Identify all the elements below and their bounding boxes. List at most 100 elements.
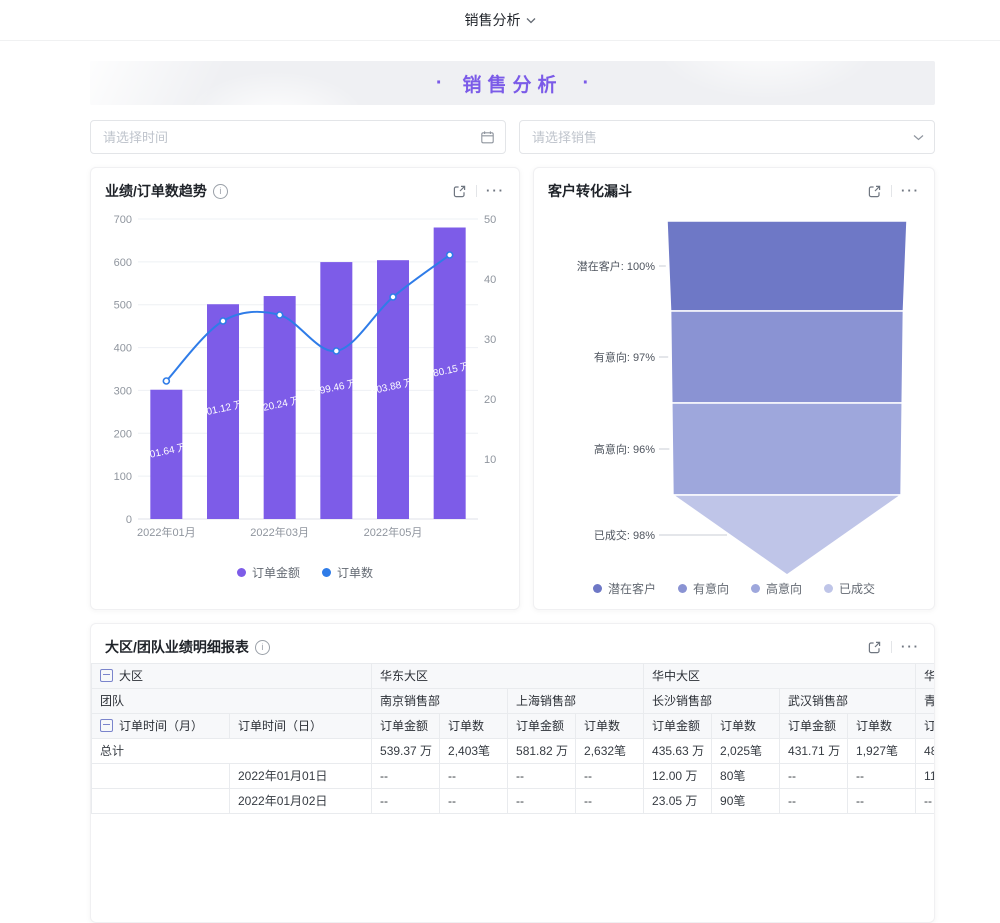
table-cell: 订单金额 xyxy=(644,714,712,739)
cell-text: -- xyxy=(584,769,592,783)
legend-item[interactable]: 有意向 xyxy=(678,580,729,597)
funnel-label: 已成交: 98% xyxy=(593,528,654,542)
cell-text: 长沙销售部 xyxy=(652,694,712,708)
cell-text: 2022年01月02日 xyxy=(238,794,327,808)
topbar: 销售分析 xyxy=(0,0,1000,41)
banner-dot-right: · xyxy=(583,72,590,95)
legend-item[interactable]: 已成交 xyxy=(824,580,875,597)
cell-text: -- xyxy=(788,769,796,783)
table-cell: 团队 xyxy=(92,689,372,714)
left-axis-tick: 300 xyxy=(114,385,132,397)
table-cell: 订单数 xyxy=(440,714,508,739)
more-menu-button[interactable]: ··· xyxy=(486,186,505,196)
table-cell: 2,632笔 xyxy=(576,739,644,764)
table-row: 总计539.37 万2,403笔581.82 万2,632笔435.63 万2,… xyxy=(92,739,935,764)
cell-text: 486.06 万 xyxy=(924,744,934,758)
table-row: 订单时间（月）订单时间（日）订单金额订单数订单金额订单数订单金额订单数订单金额订… xyxy=(92,714,935,739)
table-cell: 大区 xyxy=(92,664,372,689)
funnel-segment[interactable] xyxy=(670,311,903,403)
funnel-card-title: 客户转化漏斗 xyxy=(548,181,632,201)
cell-text: 12.00 万 xyxy=(652,769,697,783)
funnel-segment[interactable] xyxy=(671,403,901,495)
divider xyxy=(891,185,892,197)
cell-text: -- xyxy=(856,794,864,808)
line-point[interactable] xyxy=(390,294,396,300)
table-cell: -- xyxy=(576,764,644,789)
export-button[interactable] xyxy=(867,640,882,655)
more-menu-button[interactable]: ··· xyxy=(901,186,920,196)
cell-text: -- xyxy=(924,794,932,808)
legend-item[interactable]: 订单数 xyxy=(322,564,373,581)
table-cell: -- xyxy=(440,789,508,814)
divider xyxy=(476,185,477,197)
sales-filter[interactable] xyxy=(519,120,935,154)
cell-text: 武汉销售部 xyxy=(788,694,848,708)
legend-item[interactable]: 高意向 xyxy=(751,580,802,597)
cell-text: 11.07 万 xyxy=(924,769,934,783)
export-button[interactable] xyxy=(452,184,467,199)
table-cell: 华北大区 xyxy=(916,664,934,689)
cell-text: 华东大区 xyxy=(380,669,428,683)
table-cell: 539.37 万 xyxy=(372,739,440,764)
time-filter-input[interactable] xyxy=(101,129,480,146)
cell-text: 订单金额 xyxy=(380,719,428,733)
left-axis-tick: 500 xyxy=(114,300,132,312)
collapse-icon[interactable] xyxy=(100,669,113,682)
table-cell: 上海销售部 xyxy=(508,689,644,714)
cell-text: 上海销售部 xyxy=(516,694,576,708)
table-cell: 12.00 万 xyxy=(644,764,712,789)
line-point[interactable] xyxy=(163,378,169,384)
funnel-label: 有意向: 97% xyxy=(593,350,654,364)
trend-chart: 01002003004005006007001020304050301.64 万… xyxy=(102,209,508,561)
table-cell: 23.05 万 xyxy=(644,789,712,814)
funnel-segment[interactable] xyxy=(667,221,907,311)
line-point[interactable] xyxy=(277,312,283,318)
table-cell: 2022年01月01日 xyxy=(230,764,372,789)
legend-label: 高意向 xyxy=(766,580,802,597)
cell-text: -- xyxy=(584,794,592,808)
trend-chart-card: 业绩/订单数趋势 i ··· 0100200300400500600700102… xyxy=(90,167,520,610)
left-axis-tick: 400 xyxy=(114,343,132,355)
legend-dot-icon xyxy=(322,568,331,577)
cell-text: 订单数 xyxy=(448,719,484,733)
cell-text: 青岛销售部 xyxy=(924,694,934,708)
export-button[interactable] xyxy=(867,184,882,199)
table-cell: 华东大区 xyxy=(372,664,644,689)
dashboard-content: · 销售分析 · 业绩/订单数趋势 i xyxy=(90,61,935,923)
charts-row: 业绩/订单数趋势 i ··· 0100200300400500600700102… xyxy=(90,167,935,610)
cell-text: 南京销售部 xyxy=(380,694,440,708)
sales-filter-input[interactable] xyxy=(530,129,913,146)
info-icon[interactable]: i xyxy=(255,640,270,655)
collapse-icon[interactable] xyxy=(100,719,113,732)
trend-card-actions: ··· xyxy=(452,184,505,199)
table-row: 2022年01月01日--------12.00 万80笔----11.07 万… xyxy=(92,764,935,789)
more-menu-button[interactable]: ··· xyxy=(901,642,920,652)
table-cell: 11.07 万 xyxy=(916,764,934,789)
cell-text: 订单金额 xyxy=(924,719,934,733)
cell-text: -- xyxy=(516,794,524,808)
time-filter[interactable] xyxy=(90,120,506,154)
funnel-label: 高意向: 96% xyxy=(593,442,654,456)
cell-text: 23.05 万 xyxy=(652,794,697,808)
funnel-legend: 潜在客户 有意向 高意向 已成交 xyxy=(534,580,934,597)
cell-text: 1,927笔 xyxy=(856,744,898,758)
x-axis-label: 2022年01月 xyxy=(137,525,196,539)
cell-text: -- xyxy=(856,769,864,783)
cell-text: 2,403笔 xyxy=(448,744,490,758)
line-point[interactable] xyxy=(447,252,453,258)
line-point[interactable] xyxy=(220,318,226,324)
legend-item[interactable]: 潜在客户 xyxy=(593,580,656,597)
right-axis-tick: 30 xyxy=(484,334,496,346)
line-point[interactable] xyxy=(333,348,339,354)
cell-text: 订单金额 xyxy=(788,719,836,733)
legend-item[interactable]: 订单金额 xyxy=(237,564,300,581)
dashboard-title-dropdown[interactable]: 销售分析 xyxy=(465,10,536,30)
trend-legend: 订单金额 订单数 xyxy=(91,564,519,581)
cell-text: 订单金额 xyxy=(652,719,700,733)
info-icon[interactable]: i xyxy=(213,184,228,199)
table-cell: 订单时间（月） xyxy=(92,714,230,739)
cell-text: 大区 xyxy=(119,669,143,683)
x-axis-label: 2022年03月 xyxy=(250,525,309,539)
table-cell: 2,025笔 xyxy=(712,739,780,764)
chevron-down-icon xyxy=(526,17,536,24)
